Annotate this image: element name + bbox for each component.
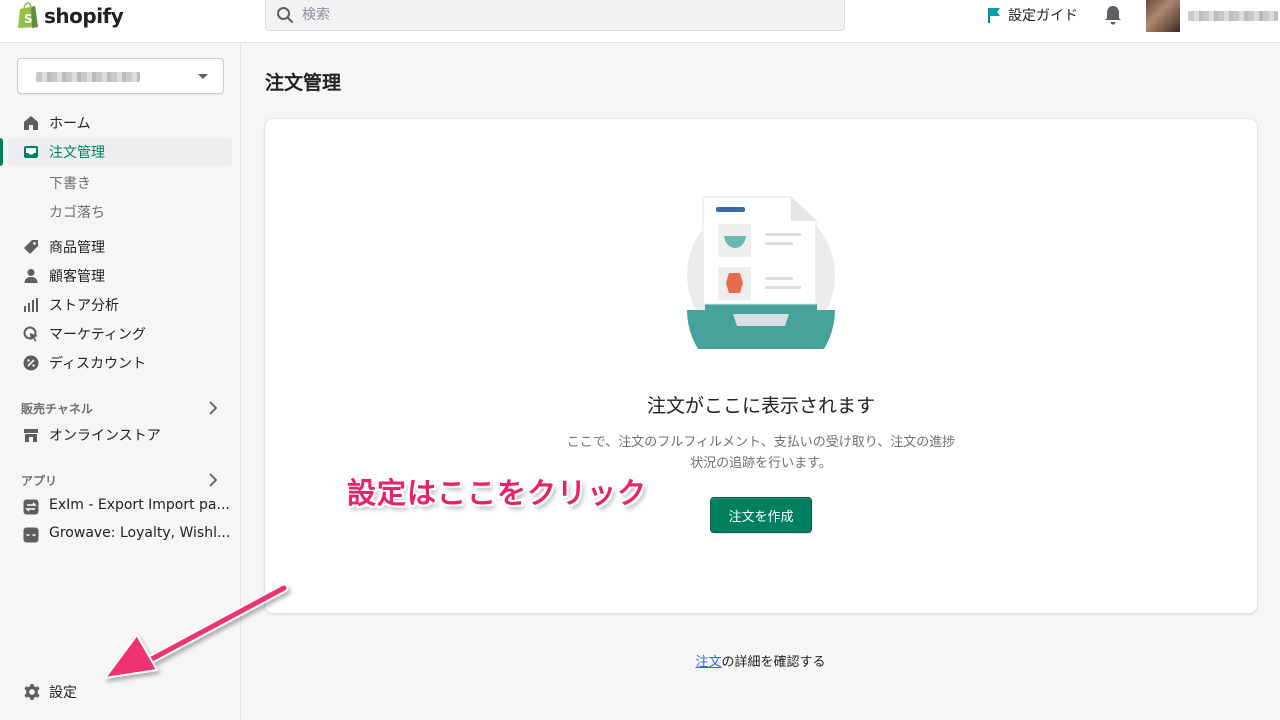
search-input[interactable] [302,7,802,23]
top-bar: S shopify 設定ガイド [0,0,1280,43]
annotation-callout-text: 設定はここをクリック [347,476,648,510]
empty-state-card: 注文がここに表示されます ここで、注文のフルフィルメント、支払いの受け取り、注文… [265,119,1257,613]
orders-help-link[interactable]: 注文 [695,655,721,670]
sidebar-item-online-store[interactable]: オンラインストア [0,421,240,449]
chevron-right-icon[interactable] [208,473,218,487]
app-growave-icon [23,527,39,543]
store-selector[interactable] [17,58,224,94]
sidebar-item-label: 注文管理 [49,145,105,161]
gear-icon [24,684,40,700]
account-menu[interactable] [1146,0,1278,32]
sidebar-item-marketing[interactable]: マーケティング [0,320,240,348]
sidebar-item-label: オンラインストア [49,428,161,444]
notification-bell-icon[interactable] [1104,5,1122,25]
apps-heading: アプリ [21,474,58,488]
sidebar-item-orders[interactable]: 注文管理 [0,138,240,166]
orders-empty-illustration [687,196,835,349]
active-indicator [0,138,3,166]
settings-label: 設定 [49,685,77,701]
home-icon [24,116,38,130]
tag-icon [24,240,38,254]
search-bar[interactable] [265,0,845,31]
setup-guide-label: 設定ガイド [1008,8,1078,24]
sidebar-item-label: ストア分析 [49,298,119,314]
empty-state-heading: 注文がここに表示されます [646,395,875,417]
sidebar-item-label: ディスカウント [49,356,147,372]
page-title: 注文管理 [265,72,342,94]
sidebar-item-label: 商品管理 [49,240,105,256]
create-order-button[interactable]: 注文を作成 [710,497,812,533]
shopify-logo[interactable]: S shopify [16,2,124,29]
orders-inbox-icon [24,146,38,158]
sidebar-item-analytics[interactable]: ストア分析 [0,291,240,319]
sidebar-subitem-abandoned-checkouts[interactable]: カゴ落ち [49,202,105,222]
chevron-right-icon[interactable] [208,401,218,415]
target-icon [23,326,38,342]
store-name-redacted [36,72,140,82]
sidebar-item-label: 顧客管理 [49,269,105,285]
avatar [1146,0,1180,32]
sidebar-item-products[interactable]: 商品管理 [0,233,240,261]
sidebar-app-exim[interactable]: ExIm - Export Import pa... [0,493,240,521]
account-name-redacted [1188,11,1278,21]
footer-text: の詳細を確認する [721,655,826,670]
bar-chart-icon [24,298,38,312]
sidebar-item-discounts[interactable]: ディスカウント [0,349,240,377]
sidebar-item-label: ホーム [49,116,91,132]
app-exim-icon [23,499,39,515]
sidebar-app-growave[interactable]: Growave: Loyalty, Wishl... [0,521,240,549]
chevron-down-icon [198,74,208,79]
shopify-bag-icon: S [18,2,38,28]
svg-text:S: S [24,12,33,26]
setup-guide-link[interactable]: 設定ガイド [986,5,1078,25]
sidebar-item-label: Growave: Loyalty, Wishl... [49,525,231,541]
sales-channels-heading: 販売チャネル [21,402,93,416]
storefront-icon [24,429,38,442]
empty-state-description: ここで、注文のフルフィルメント、支払いの受け取り、注文の進捗状況の追跡を行います… [566,435,956,471]
sidebar-item-customers[interactable]: 顧客管理 [0,262,240,290]
sidebar-item-home[interactable]: ホーム [0,109,240,137]
brand-name: shopify [44,3,124,28]
search-icon [277,7,293,23]
sidebar-subitem-drafts[interactable]: 下書き [49,173,91,193]
flag-icon [988,8,1000,23]
annotation-arrow-icon [104,583,289,679]
sidebar-item-label: マーケティング [49,327,146,343]
person-icon [24,269,38,283]
sidebar-item-label: ExIm - Export Import pa... [49,497,230,513]
discount-icon [23,355,39,371]
